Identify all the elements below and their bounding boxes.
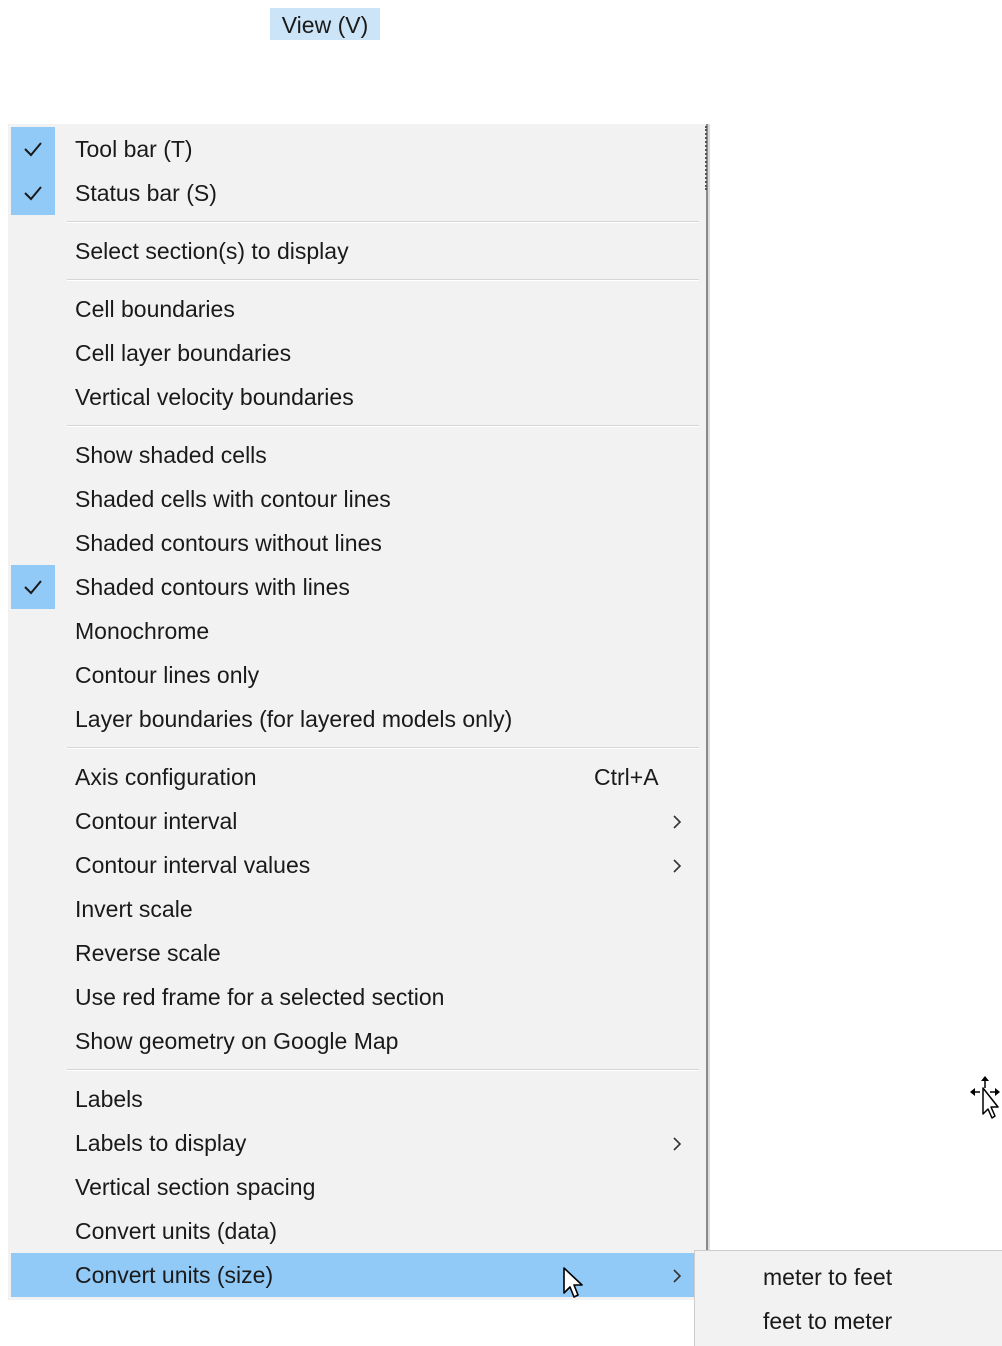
mouse-pointer-icon bbox=[563, 1267, 583, 1298]
menu-item-labels-to-display[interactable]: Labels to display bbox=[11, 1121, 703, 1165]
menu-item-shaded-cells-contour-lines[interactable]: Shaded cells with contour lines bbox=[11, 477, 703, 521]
menu-item-axis-configuration[interactable]: Axis configuration Ctrl+A bbox=[11, 755, 703, 799]
menu-item-label: Monochrome bbox=[75, 618, 210, 644]
menu-item-label: Select section(s) to display bbox=[75, 238, 349, 264]
menu-item-label: Shaded cells with contour lines bbox=[75, 486, 391, 512]
checkmark-icon bbox=[24, 142, 42, 157]
menu-item-label: Axis configuration bbox=[75, 764, 257, 790]
view-menu: Tool bar (T) Status bar (S) Select secti… bbox=[8, 124, 710, 1300]
submenu-item-label: feet to meter bbox=[763, 1308, 893, 1334]
menu-item-label: Show geometry on Google Map bbox=[75, 1028, 399, 1054]
menu-item-convert-units-data[interactable]: Convert units (data) bbox=[11, 1209, 703, 1253]
menu-item-label: Contour interval values bbox=[75, 852, 311, 878]
menu-item-convert-units-size[interactable]: Convert units (size) bbox=[11, 1253, 703, 1297]
menu-item-tool-bar[interactable]: Tool bar (T) bbox=[11, 127, 703, 171]
menu-item-label: Reverse scale bbox=[75, 940, 221, 966]
menu-item-show-shaded-cells[interactable]: Show shaded cells bbox=[11, 433, 703, 477]
menu-item-select-sections[interactable]: Select section(s) to display bbox=[11, 229, 703, 273]
submenu-item-feet-to-meter[interactable]: feet to meter bbox=[695, 1299, 1002, 1343]
submenu-item-meter-to-feet[interactable]: meter to feet bbox=[695, 1255, 1002, 1299]
submenu-item-label: meter to feet bbox=[763, 1264, 893, 1290]
menu-item-label: Shaded contours with lines bbox=[75, 574, 350, 600]
menu-item-shaded-contours-without-lines[interactable]: Shaded contours without lines bbox=[11, 521, 703, 565]
menu-item-status-bar[interactable]: Status bar (S) bbox=[11, 171, 703, 215]
menu-item-label: Show shaded cells bbox=[75, 442, 267, 468]
menu-item-label: Contour lines only bbox=[75, 662, 260, 688]
menu-separator bbox=[67, 279, 699, 281]
window-edge-marker bbox=[705, 126, 709, 190]
menu-item-cell-boundaries[interactable]: Cell boundaries bbox=[11, 287, 703, 331]
menu-item-shortcut: Ctrl+A bbox=[594, 764, 659, 790]
menu-item-label: Convert units (data) bbox=[75, 1218, 277, 1244]
menu-separator bbox=[67, 747, 699, 749]
menu-separator bbox=[67, 1069, 699, 1071]
menu-separator bbox=[67, 221, 699, 223]
menu-item-label: Use red frame for a selected section bbox=[75, 984, 445, 1010]
chevron-right-icon bbox=[673, 815, 682, 829]
menu-item-contour-lines-only[interactable]: Contour lines only bbox=[11, 653, 703, 697]
checkmark-icon bbox=[24, 186, 42, 201]
menu-item-contour-interval[interactable]: Contour interval bbox=[11, 799, 703, 843]
menu-item-label: Invert scale bbox=[75, 896, 193, 922]
menu-item-invert-scale[interactable]: Invert scale bbox=[11, 887, 703, 931]
menu-item-monochrome[interactable]: Monochrome bbox=[11, 609, 703, 653]
menu-item-label: Layer boundaries (for layered models onl… bbox=[75, 706, 513, 732]
menu-item-cell-layer-boundaries[interactable]: Cell layer boundaries bbox=[11, 331, 703, 375]
menu-item-reverse-scale[interactable]: Reverse scale bbox=[11, 931, 703, 975]
menu-item-use-red-frame[interactable]: Use red frame for a selected section bbox=[11, 975, 703, 1019]
menu-separator bbox=[67, 425, 699, 427]
check-cell bbox=[11, 565, 55, 609]
menubar-view[interactable]: View (V) bbox=[270, 8, 380, 40]
menu-item-label: Cell layer boundaries bbox=[75, 340, 292, 366]
menu-item-show-geometry-google-map[interactable]: Show geometry on Google Map bbox=[11, 1019, 703, 1063]
checkmark-icon bbox=[24, 580, 42, 595]
menu-item-label: Vertical velocity boundaries bbox=[75, 384, 354, 410]
menu-item-label: Tool bar (T) bbox=[75, 136, 193, 162]
check-cell bbox=[11, 171, 55, 215]
menu-item-label: Vertical section spacing bbox=[75, 1174, 316, 1200]
menu-item-label: Labels bbox=[75, 1086, 143, 1112]
menu-item-shaded-contours-with-lines[interactable]: Shaded contours with lines bbox=[11, 565, 703, 609]
check-cell bbox=[11, 127, 55, 171]
chevron-right-icon bbox=[673, 1269, 682, 1283]
menu-item-label: Shaded contours without lines bbox=[75, 530, 382, 556]
menu-item-label: Status bar (S) bbox=[75, 180, 217, 206]
menu-item-label: Convert units (size) bbox=[75, 1262, 274, 1288]
menu-edge bbox=[708, 124, 710, 1300]
menu-item-layer-boundaries[interactable]: Layer boundaries (for layered models onl… bbox=[11, 697, 703, 741]
chevron-right-icon bbox=[673, 1137, 682, 1151]
menu-item-label: Labels to display bbox=[75, 1130, 247, 1156]
menu-item-label: Cell boundaries bbox=[75, 296, 235, 322]
menu-item-contour-interval-values[interactable]: Contour interval values bbox=[11, 843, 703, 887]
convert-units-submenu: meter to feet feet to meter bbox=[694, 1250, 1002, 1346]
move-cursor-icon bbox=[970, 1076, 1000, 1119]
menu-item-vertical-velocity-boundaries[interactable]: Vertical velocity boundaries bbox=[11, 375, 703, 419]
menu-item-vertical-section-spacing[interactable]: Vertical section spacing bbox=[11, 1165, 703, 1209]
chevron-right-icon bbox=[673, 859, 682, 873]
menu-item-labels[interactable]: Labels bbox=[11, 1077, 703, 1121]
menu-item-label: Contour interval bbox=[75, 808, 238, 834]
